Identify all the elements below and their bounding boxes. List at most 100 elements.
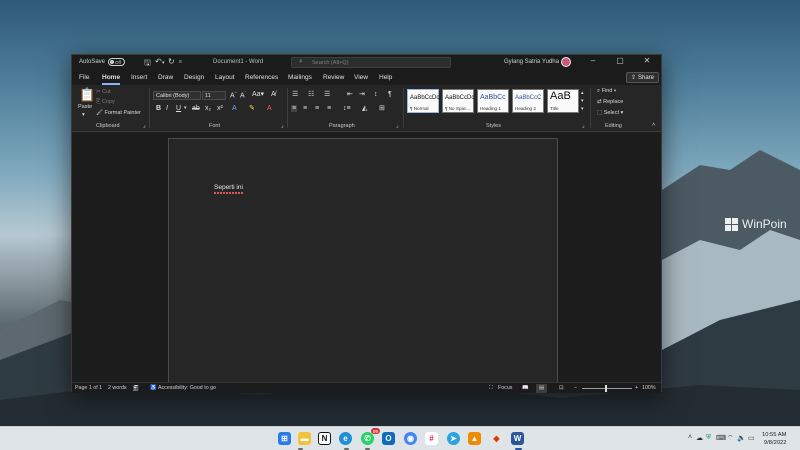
- highlight-icon[interactable]: ✎: [249, 105, 255, 112]
- paste-icon[interactable]: 📋: [79, 88, 95, 101]
- volume-icon[interactable]: 🔈: [737, 434, 746, 442]
- text-effects-icon[interactable]: A: [232, 105, 237, 112]
- tab-file[interactable]: File: [79, 74, 89, 81]
- show-hidden-icons-icon[interactable]: ˄: [688, 434, 692, 441]
- document-page[interactable]: Seperti ini: [168, 138, 558, 384]
- borders-icon[interactable]: ⊞: [379, 105, 385, 112]
- grow-font-icon[interactable]: A^: [230, 91, 237, 100]
- paste-dropdown-icon[interactable]: ▾: [82, 112, 85, 118]
- styles-scroll-up-icon[interactable]: ▴: [581, 91, 584, 96]
- select-button[interactable]: ⬚ Select ▾: [597, 110, 623, 116]
- page-count[interactable]: Page 1 of 1: [75, 385, 102, 391]
- styles-more-icon[interactable]: ▾: [581, 107, 584, 112]
- numbering-icon[interactable]: ☷: [308, 91, 314, 98]
- superscript-icon[interactable]: x²: [217, 105, 223, 112]
- tab-layout[interactable]: Layout: [215, 74, 235, 81]
- style-title[interactable]: AaB Title: [547, 89, 579, 113]
- styles-launcher-icon[interactable]: ⌟: [582, 123, 585, 129]
- tab-view[interactable]: View: [354, 74, 368, 81]
- shrink-font-icon[interactable]: Aˇ: [240, 91, 246, 100]
- zoom-in-icon[interactable]: +: [635, 385, 638, 391]
- replace-button[interactable]: ⇄ Replace: [597, 99, 623, 105]
- tab-home[interactable]: Home: [102, 74, 120, 81]
- save-icon[interactable]: 🖫: [144, 57, 151, 71]
- paste-button[interactable]: Paste: [78, 104, 92, 110]
- line-spacing-icon[interactable]: ↕≡: [343, 105, 351, 112]
- tab-insert[interactable]: Insert: [131, 74, 147, 81]
- align-center-icon[interactable]: ≡: [303, 105, 307, 112]
- outlook-icon[interactable]: O: [382, 432, 395, 445]
- zoom-slider[interactable]: [582, 388, 632, 389]
- font-launcher-icon[interactable]: ⌟: [281, 123, 284, 129]
- maximize-icon[interactable]: ▢: [611, 56, 629, 65]
- chrome-icon[interactable]: ◉: [404, 432, 417, 445]
- font-color-icon[interactable]: A: [267, 105, 272, 112]
- customize-toolbar-icon[interactable]: ≡: [179, 59, 182, 65]
- style-no-spacing[interactable]: AaBbCcDc ¶ No Spac...: [442, 89, 474, 113]
- user-name[interactable]: Gylang Satria Yudha: [504, 59, 559, 65]
- style-heading-1[interactable]: AaBbCc Heading 1: [477, 89, 509, 113]
- zoom-level[interactable]: 100%: [642, 385, 656, 391]
- close-icon[interactable]: ✕: [638, 56, 656, 65]
- find-button[interactable]: ⌕ Find ▾: [597, 88, 616, 95]
- share-button[interactable]: ⇪ Share: [626, 72, 659, 83]
- align-right-icon[interactable]: ≡: [315, 105, 319, 112]
- shading-icon[interactable]: ◭: [362, 105, 367, 112]
- multilevel-list-icon[interactable]: ☰: [324, 91, 330, 98]
- align-left-icon[interactable]: ≡: [291, 105, 298, 112]
- paragraph-mark-icon[interactable]: ¶: [388, 91, 392, 98]
- clear-formatting-icon[interactable]: A̸: [271, 91, 276, 98]
- tab-design[interactable]: Design: [184, 74, 204, 81]
- tab-draw[interactable]: Draw: [158, 74, 173, 81]
- autosave-control[interactable]: AutoSave Off: [79, 58, 126, 66]
- tab-references[interactable]: References: [245, 74, 278, 81]
- autosave-toggle[interactable]: Off: [108, 58, 126, 66]
- avatar[interactable]: [561, 57, 571, 67]
- decrease-indent-icon[interactable]: ⇤: [347, 91, 353, 98]
- tab-help[interactable]: Help: [379, 74, 392, 81]
- font-size-select[interactable]: 11: [202, 91, 226, 100]
- vlc-icon[interactable]: ▲: [468, 432, 481, 445]
- office-icon[interactable]: ◆: [490, 432, 503, 445]
- notion-icon[interactable]: N: [318, 432, 331, 445]
- wifi-icon[interactable]: ⌔: [727, 434, 734, 443]
- focus-button[interactable]: Focus: [498, 385, 512, 391]
- keyboard-icon[interactable]: ⌨: [716, 434, 726, 442]
- proofing-icon[interactable]: 🗐: [133, 385, 138, 394]
- zoom-slider-thumb[interactable]: [605, 385, 607, 392]
- copy-button[interactable]: ⎘ Copy: [96, 99, 115, 106]
- change-case-icon[interactable]: Aa▾: [252, 91, 264, 98]
- focus-icon[interactable]: ⛶: [489, 385, 493, 392]
- strikethrough-icon[interactable]: ab: [192, 105, 200, 112]
- slack-icon[interactable]: #: [425, 432, 438, 445]
- italic-icon[interactable]: I: [166, 105, 168, 112]
- document-text[interactable]: Seperti ini: [214, 184, 243, 191]
- paragraph-launcher-icon[interactable]: ⌟: [396, 123, 399, 129]
- clock[interactable]: 10:55 AM 9/8/2022: [762, 431, 787, 447]
- underline-dropdown-icon[interactable]: ▾: [184, 106, 187, 111]
- edge-icon[interactable]: e: [339, 432, 352, 445]
- zoom-out-icon[interactable]: –: [574, 385, 577, 391]
- web-layout-icon[interactable]: ⊡: [559, 385, 563, 391]
- bullets-icon[interactable]: ☰: [292, 91, 298, 98]
- security-icon[interactable]: ⛨: [706, 434, 711, 442]
- onedrive-icon[interactable]: ☁: [696, 434, 703, 442]
- file-explorer-icon[interactable]: ▬: [298, 432, 311, 445]
- word-count[interactable]: 2 words: [108, 385, 127, 391]
- clipboard-launcher-icon[interactable]: ⌟: [143, 123, 146, 129]
- format-painter-button[interactable]: 🖌 Format Painter: [96, 110, 141, 116]
- undo-icon[interactable]: ↶: [155, 57, 162, 66]
- tab-mailings[interactable]: Mailings: [288, 74, 312, 81]
- search-input[interactable]: ⌕ Search (Alt+Q): [291, 57, 451, 68]
- minimize-icon[interactable]: –: [584, 56, 602, 65]
- underline-icon[interactable]: U: [176, 105, 181, 112]
- justify-icon[interactable]: ≡: [327, 105, 331, 112]
- undo-dropdown-icon[interactable]: ▾: [162, 60, 165, 66]
- battery-icon[interactable]: ▭: [748, 434, 755, 442]
- read-mode-icon[interactable]: 📖: [522, 385, 529, 391]
- word-icon[interactable]: W: [511, 432, 524, 445]
- redo-icon[interactable]: ↻: [168, 57, 175, 66]
- font-name-select[interactable]: Calibri (Body): [153, 91, 201, 100]
- style-heading-2[interactable]: AaBbCcC Heading 2: [512, 89, 544, 113]
- tab-review[interactable]: Review: [323, 74, 344, 81]
